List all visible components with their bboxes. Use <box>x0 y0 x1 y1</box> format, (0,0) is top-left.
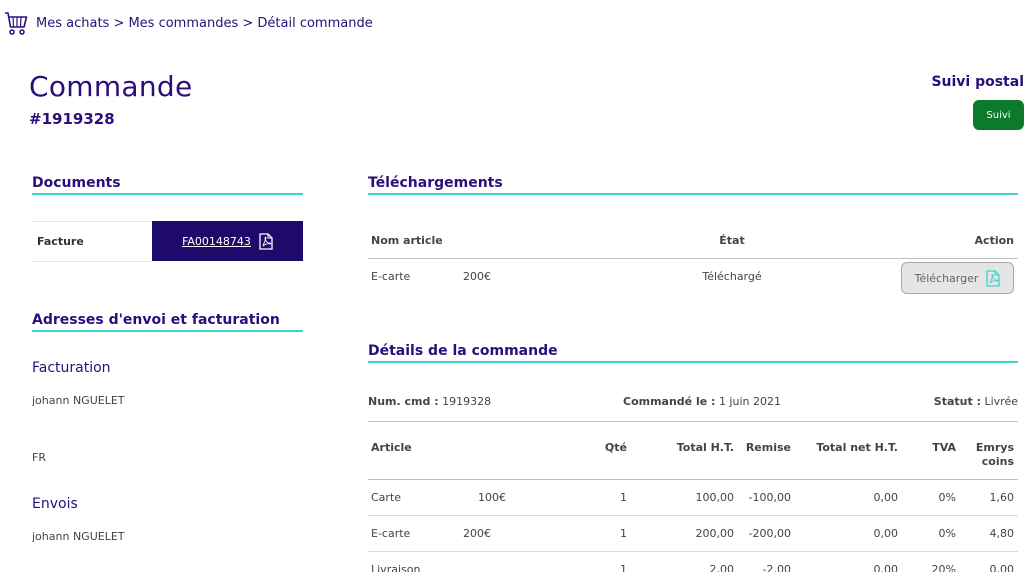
table-row-line <box>368 515 1018 516</box>
row-qty: 1 <box>620 527 627 540</box>
downloads-header-line <box>368 258 1018 259</box>
row-discount: -2,00 <box>762 563 791 572</box>
downloads-title: Téléchargements <box>368 175 503 191</box>
downloads-header-name: Nom article <box>371 234 443 247</box>
row-article: E-carte <box>371 527 411 540</box>
row-tva: 0% <box>938 527 956 540</box>
download-row-name: E-carte <box>371 270 411 283</box>
order-status-info: Statut : Livrée <box>934 395 1018 408</box>
row-tva: 20% <box>931 563 956 572</box>
order-number: #1919328 <box>29 110 115 128</box>
suivi-button[interactable]: Suivi <box>973 100 1024 130</box>
row-amount: 100€ <box>478 491 506 504</box>
row-total-ht: 2,00 <box>709 563 735 572</box>
order-date-label: Commandé le : <box>623 395 716 408</box>
row-total-net: 0,00 <box>873 527 899 540</box>
shipping-name: johann NGUELET <box>32 530 125 543</box>
row-total-net: 0,00 <box>873 491 899 504</box>
pdf-icon <box>986 269 1001 287</box>
row-coins: 1,60 <box>989 491 1015 504</box>
col-coins-line1: Emrys <box>975 441 1014 454</box>
row-coins: 0,00 <box>989 563 1015 572</box>
order-status-value: Livrée <box>984 395 1018 408</box>
download-row-state: Téléchargé <box>702 270 762 283</box>
breadcrumb[interactable]: Mes achats > Mes commandes > Détail comm… <box>36 16 373 31</box>
col-article: Article <box>371 441 412 454</box>
order-date-value: 1 juin 2021 <box>718 395 781 408</box>
doc-label-facture: Facture <box>37 235 84 248</box>
col-total-net: Total net H.T. <box>816 441 898 454</box>
col-total-ht: Total H.T. <box>676 441 734 454</box>
order-details-title: Détails de la commande <box>368 343 558 359</box>
order-num-info: Num. cmd : 1919328 <box>368 395 491 408</box>
col-qty: Qté <box>604 441 627 454</box>
order-details-underline <box>368 361 1018 363</box>
pdf-icon[interactable] <box>259 232 273 250</box>
downloads-header-action: Action <box>974 234 1014 247</box>
details-info-line <box>368 421 1018 422</box>
row-coins: 4,80 <box>989 527 1015 540</box>
invoice-link[interactable]: FA00148743 <box>182 235 251 248</box>
table-row-line <box>368 551 1018 552</box>
doc-row-bottom-border <box>32 261 152 262</box>
row-article: Carte <box>371 491 402 504</box>
row-article: Livraison <box>371 563 421 572</box>
addresses-underline <box>32 330 303 332</box>
downloads-underline <box>368 193 1018 195</box>
download-button[interactable]: Télécharger <box>901 262 1014 294</box>
invoice-cell: FA00148743 <box>152 221 303 261</box>
col-coins-line2: coins <box>981 455 1014 468</box>
shopping-cart-icon[interactable] <box>4 11 28 37</box>
order-status-label: Statut : <box>933 395 981 408</box>
row-discount: -100,00 <box>748 491 791 504</box>
shipping-title: Envois <box>32 496 78 512</box>
documents-title: Documents <box>32 175 121 191</box>
row-qty: 1 <box>620 491 627 504</box>
download-row-amount: 200€ <box>463 270 491 283</box>
row-discount: -200,00 <box>748 527 791 540</box>
download-button-label: Télécharger <box>914 271 979 285</box>
billing-country: FR <box>32 451 46 464</box>
addresses-title: Adresses d'envoi et facturation <box>32 312 280 328</box>
row-total-ht: 100,00 <box>695 491 735 504</box>
billing-title: Facturation <box>32 360 111 376</box>
doc-row-top-border <box>32 221 152 222</box>
col-discount: Remise <box>745 441 791 454</box>
suivi-postal-title: Suivi postal <box>931 74 1024 90</box>
order-num-value: 1919328 <box>442 395 492 408</box>
row-qty: 1 <box>620 563 627 572</box>
documents-underline <box>32 193 303 195</box>
order-num-label: Num. cmd : <box>368 395 439 408</box>
col-tva: TVA <box>932 441 956 454</box>
row-total-net: 0,00 <box>873 563 899 572</box>
billing-name: johann NGUELET <box>32 394 125 407</box>
order-date-info: Commandé le : 1 juin 2021 <box>623 395 781 408</box>
row-tva: 0% <box>938 491 956 504</box>
row-amount: 200€ <box>463 527 491 540</box>
row-total-ht: 200,00 <box>695 527 735 540</box>
downloads-header-state: État <box>719 234 745 247</box>
details-header-line <box>368 479 1018 480</box>
page-title: Commande <box>29 70 193 103</box>
